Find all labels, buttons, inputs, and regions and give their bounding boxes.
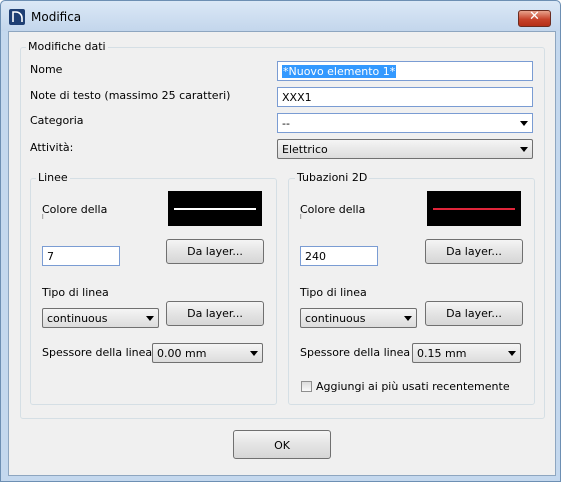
name-input[interactable]: *Nuovo elemento 1* xyxy=(277,61,533,81)
chevron-down-icon xyxy=(508,351,516,356)
chevron-down-icon xyxy=(404,316,412,321)
pipes-color-label: Colore della xyxy=(300,203,366,216)
chevron-down-icon xyxy=(250,351,258,356)
chevron-down-icon xyxy=(520,147,528,152)
lines-thickness-select[interactable]: 0.00 mm xyxy=(152,343,263,363)
app-icon xyxy=(9,9,25,25)
category-select[interactable]: -- xyxy=(277,113,533,133)
lines-linetype-select[interactable]: continuous xyxy=(42,308,159,328)
title-bar[interactable]: Modifica ✕ xyxy=(1,1,560,31)
lines-group-title: Linee xyxy=(36,171,70,184)
pipes-linetype-label: Tipo di linea xyxy=(300,286,367,299)
lines-linetype-layer-button-label: Da layer... xyxy=(187,307,243,320)
data-group-title: Modifiche dati xyxy=(26,40,108,53)
close-button[interactable]: ✕ xyxy=(518,9,551,27)
dialog-window: Modifica ✕ Modifiche dati Nome *Nuovo el… xyxy=(0,0,561,482)
pipes-linetype-layer-button[interactable]: Da layer... xyxy=(425,301,523,326)
category-label: Categoria xyxy=(30,114,84,127)
category-value: -- xyxy=(282,117,290,130)
pipes-color-layer-button-label: Da layer... xyxy=(446,245,502,258)
note-label: Note di testo (massimo 25 caratteri) xyxy=(30,89,231,102)
pipes-color-sample xyxy=(433,208,515,210)
lines-color-layer-button-label: Da layer... xyxy=(187,245,243,258)
lines-color-sublabel: l xyxy=(42,214,44,221)
recent-checkbox[interactable] xyxy=(301,381,312,392)
pipes-thickness-label: Spessore della linea xyxy=(300,346,411,359)
name-input-value: *Nuovo elemento 1* xyxy=(282,65,397,78)
dialog-body: Modifiche dati Nome *Nuovo elemento 1* N… xyxy=(8,31,556,476)
lines-thickness-value: 0.00 mm xyxy=(157,347,207,360)
pipes-linetype-value: continuous xyxy=(305,312,366,325)
pipes-color-input[interactable]: 240 xyxy=(300,246,378,266)
pipes-color-sublabel: l xyxy=(300,214,302,221)
lines-linetype-label: Tipo di linea xyxy=(42,286,109,299)
lines-color-layer-button[interactable]: Da layer... xyxy=(166,239,264,264)
lines-linetype-value: continuous xyxy=(47,312,108,325)
lines-color-sample xyxy=(174,208,256,210)
lines-color-input[interactable]: 7 xyxy=(42,246,120,266)
pipes-thickness-select[interactable]: 0.15 mm xyxy=(412,343,521,363)
activity-label: Attività: xyxy=(30,141,74,154)
pipes-thickness-value: 0.15 mm xyxy=(417,347,467,360)
note-input[interactable]: XXX1 xyxy=(277,87,533,107)
lines-linetype-layer-button[interactable]: Da layer... xyxy=(166,301,264,326)
lines-thickness-label: Spessore della linea xyxy=(42,346,153,359)
pipes-linetype-layer-button-label: Da layer... xyxy=(446,307,502,320)
lines-color-swatch[interactable] xyxy=(168,191,262,226)
close-icon: ✕ xyxy=(529,9,540,24)
name-label: Nome xyxy=(30,63,63,76)
lines-color-label: Colore della xyxy=(42,203,108,216)
chevron-down-icon xyxy=(146,316,154,321)
activity-select[interactable]: Elettrico xyxy=(277,139,533,159)
activity-value: Elettrico xyxy=(282,143,328,156)
ok-button-label: OK xyxy=(274,439,290,452)
ok-button[interactable]: OK xyxy=(233,430,331,459)
pipes-color-swatch[interactable] xyxy=(427,191,521,226)
window-title: Modifica xyxy=(31,10,82,24)
recent-checkbox-label[interactable]: Aggiungi ai più usati recentemente xyxy=(316,380,510,393)
pipes-color-layer-button[interactable]: Da layer... xyxy=(425,239,523,264)
pipes-linetype-select[interactable]: continuous xyxy=(300,308,417,328)
pipes-group-title: Tubazioni 2D xyxy=(295,171,370,184)
chevron-down-icon xyxy=(520,121,528,126)
